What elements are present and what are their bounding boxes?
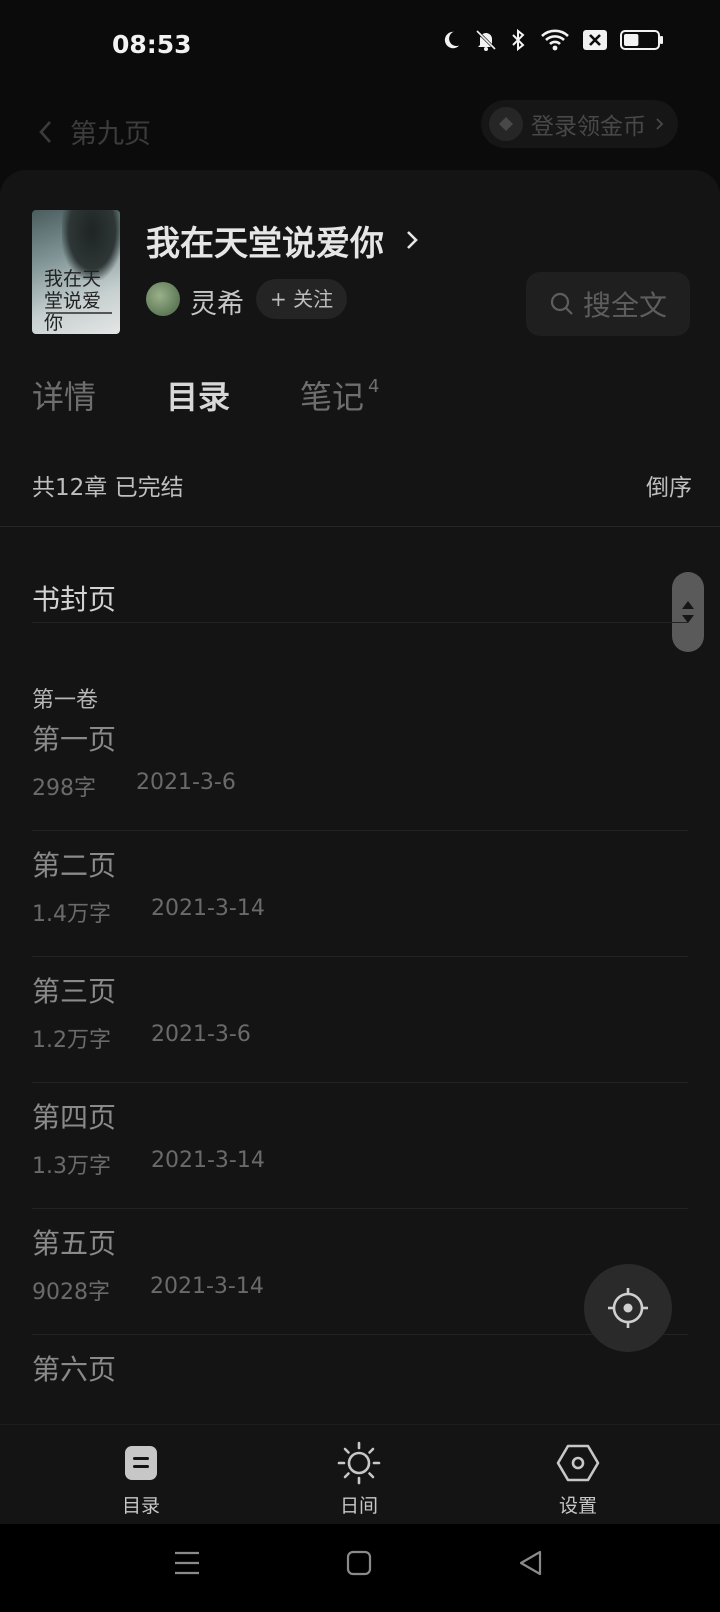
divider (32, 622, 688, 623)
chevron-right-icon (656, 118, 664, 130)
chapter-date: 2021-3-6 (136, 770, 236, 795)
chapter-title: 第五页 (32, 1227, 117, 1260)
bell-muted-icon (474, 28, 498, 52)
reverse-order-button[interactable]: 倒序 (646, 468, 692, 502)
tab-catalog[interactable]: 目录 (166, 372, 230, 418)
chapter-item[interactable]: 第四页 1.3万字 2021-3-14 (32, 1096, 688, 1226)
toolbar-day-mode-button[interactable]: 日间 (299, 1441, 419, 1518)
cover-rule (46, 312, 112, 314)
cover-text: 我在天堂说爱你 (44, 268, 102, 334)
chapter-meta: 298字 2021-3-6 (32, 770, 236, 802)
scroll-handle[interactable] (672, 572, 704, 652)
toc-summary: 共12章 已完结 (32, 475, 184, 501)
login-coins-button[interactable]: 登录领金币 (481, 100, 678, 148)
status-icons (440, 28, 664, 52)
tab-bar: 详情 目录 笔记 4 (32, 372, 380, 418)
bottom-toolbar: 目录 日间 设置 (0, 1424, 720, 1524)
search-icon (550, 292, 573, 315)
sun-icon (337, 1441, 381, 1485)
chapter-date: 2021-3-6 (151, 1022, 251, 1047)
toolbar-settings-button[interactable]: 设置 (518, 1441, 638, 1518)
chapter-word-count: 298字 (32, 776, 96, 801)
sim-off-icon (582, 29, 608, 51)
catalog-icon (125, 1446, 157, 1480)
search-full-text-button[interactable]: 搜全文 (526, 272, 690, 336)
divider (32, 830, 688, 831)
book-cover[interactable]: 我在天堂说爱你 (32, 210, 120, 334)
chapter-date: 2021-3-14 (151, 1148, 265, 1173)
search-full-text-label: 搜全文 (582, 289, 667, 322)
divider (32, 956, 688, 957)
chapter-date: 2021-3-14 (150, 1274, 264, 1299)
cover-page-item[interactable]: 书封页 (32, 578, 116, 618)
chapter-meta: 1.2万字 2021-3-6 (32, 1022, 251, 1054)
wifi-icon (540, 28, 570, 52)
chapter-meta: 1.3万字 2021-3-14 (32, 1148, 265, 1180)
tab-catalog-label: 目录 (166, 378, 231, 416)
toolbar-day-mode-label: 日间 (339, 1495, 378, 1517)
toolbar-catalog-button[interactable]: 目录 (81, 1441, 201, 1518)
chevron-right-icon[interactable] (404, 228, 420, 256)
reader-chapter-title: 第九页 (70, 119, 151, 150)
status-time: 08:53 (112, 30, 192, 59)
author-avatar[interactable] (146, 282, 180, 316)
arrow-up-icon (682, 601, 694, 609)
battery-icon (620, 29, 664, 51)
chapter-meta: 9028字 2021-3-14 (32, 1274, 264, 1306)
bluetooth-icon (510, 28, 528, 52)
chapter-title: 第一页 (32, 723, 117, 756)
login-coins-label: 登录领金币 (531, 114, 646, 140)
divider (32, 1082, 688, 1083)
chapter-item[interactable]: 第六页 (32, 1348, 688, 1424)
chapter-item[interactable]: 第三页 1.2万字 2021-3-6 (32, 970, 688, 1100)
divider (32, 1334, 688, 1335)
locate-current-button[interactable] (584, 1264, 672, 1352)
tab-details[interactable]: 详情 (32, 372, 96, 418)
screen: 08:53 第九页 登录领金币 我在天堂说爱你 我在天堂说爱你 灵希 + 关注 … (0, 0, 720, 1612)
chapter-meta: 1.4万字 2021-3-14 (32, 896, 265, 928)
reader-header: 第九页 登录领金币 (0, 92, 720, 172)
tab-details-label: 详情 (32, 378, 97, 416)
author-name[interactable]: 灵希 (190, 282, 244, 321)
catalog-sheet: 我在天堂说爱你 我在天堂说爱你 灵希 + 关注 搜全文 详情 目录 笔记 4 共1… (0, 170, 720, 1424)
locate-icon (608, 1288, 648, 1328)
divider (0, 526, 720, 527)
chapter-word-count: 9028字 (32, 1280, 110, 1305)
chapter-title: 第二页 (32, 849, 117, 882)
follow-button[interactable]: + 关注 (256, 279, 348, 319)
toolbar-settings-label: 设置 (558, 1495, 597, 1517)
settings-icon (556, 1444, 600, 1482)
chapter-word-count: 1.4万字 (32, 902, 111, 927)
tab-notes-label: 笔记 (300, 378, 365, 416)
status-bar: 08:53 (0, 0, 720, 92)
chapter-word-count: 1.3万字 (32, 1154, 111, 1179)
back-chevron-icon[interactable] (36, 118, 56, 150)
chapter-title: 第三页 (32, 975, 117, 1008)
menu-icon[interactable] (174, 1550, 200, 1580)
back-icon[interactable] (518, 1550, 544, 1580)
moon-icon (440, 29, 462, 51)
book-title[interactable]: 我在天堂说爱你 (146, 216, 384, 265)
chapter-word-count: 1.2万字 (32, 1028, 111, 1053)
chapter-item[interactable]: 第一页 298字 2021-3-6 (32, 718, 688, 848)
home-icon[interactable] (346, 1550, 372, 1580)
volume-label: 第一卷 (32, 688, 99, 713)
chapter-item[interactable]: 第二页 1.4万字 2021-3-14 (32, 844, 688, 974)
toolbar-catalog-label: 目录 (121, 1495, 160, 1517)
chapter-title: 第四页 (32, 1101, 117, 1134)
chapter-date: 2021-3-14 (151, 896, 265, 921)
chapter-title: 第六页 (32, 1353, 117, 1386)
coin-icon (489, 107, 523, 141)
system-nav-bar (0, 1524, 720, 1612)
tab-notes[interactable]: 笔记 4 (300, 372, 379, 418)
notes-count-badge: 4 (368, 376, 380, 398)
divider (32, 1208, 688, 1209)
